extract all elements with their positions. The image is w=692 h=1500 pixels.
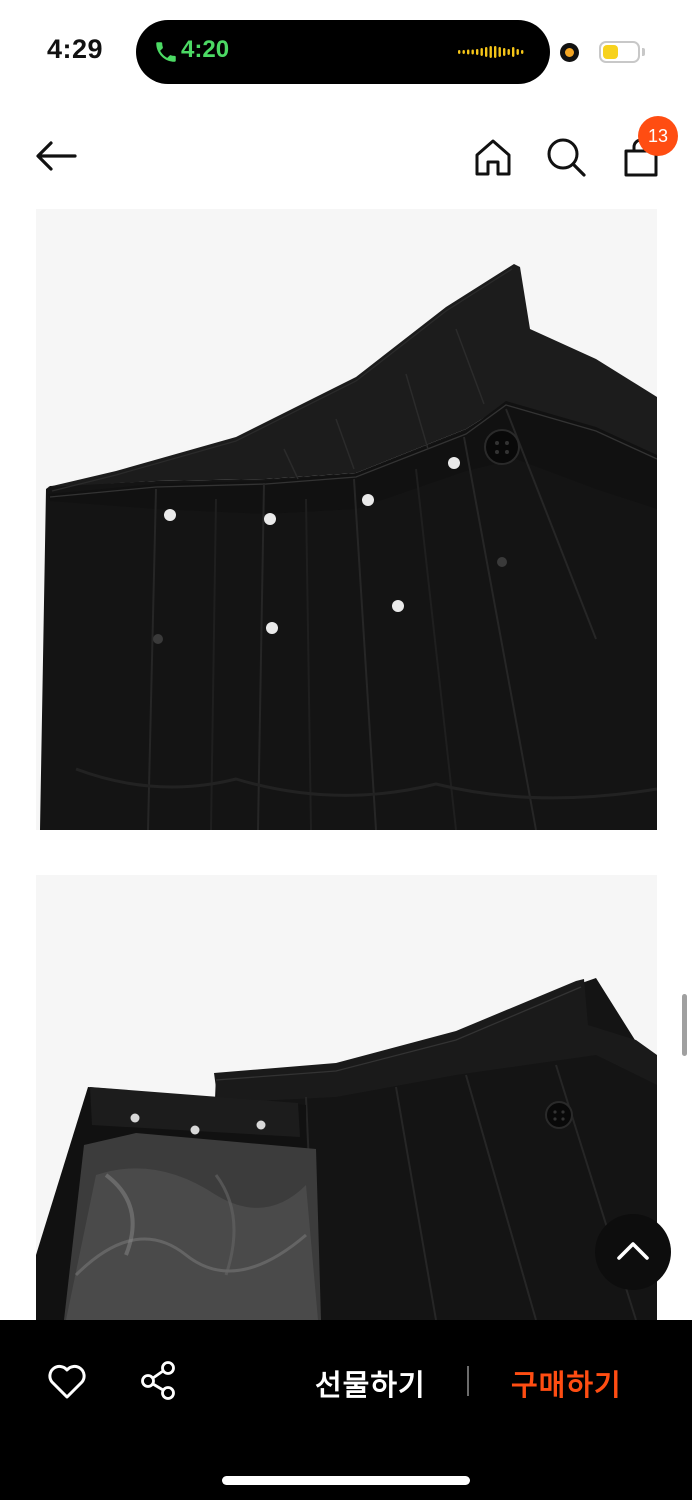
skirt-photo-1 <box>36 209 657 830</box>
buy-button[interactable]: 구매하기 <box>511 1362 622 1404</box>
home-indicator <box>222 1476 470 1485</box>
product-image-lining-detail[interactable] <box>36 875 657 1320</box>
skirt-photo-2 <box>36 875 657 1320</box>
bottom-action-bar: 선물하기 구매하기 <box>0 1320 692 1500</box>
search-icon <box>547 138 586 177</box>
battery-cap <box>642 48 645 56</box>
wishlist-button[interactable] <box>46 1362 88 1400</box>
chevron-up-icon <box>617 1242 649 1260</box>
divider <box>467 1366 469 1396</box>
battery-level <box>603 45 618 59</box>
gift-button[interactable]: 선물하기 <box>315 1362 426 1404</box>
recording-dot-icon <box>560 43 579 62</box>
share-button[interactable] <box>138 1360 178 1400</box>
back-button[interactable] <box>34 138 78 174</box>
back-arrow-icon <box>36 141 77 171</box>
phone-icon <box>156 42 176 62</box>
waveform-icon <box>458 46 524 58</box>
status-time: 4:29 <box>47 34 104 64</box>
search-button[interactable] <box>545 136 587 178</box>
home-icon <box>475 139 511 176</box>
header-nav <box>0 110 692 200</box>
cart-count-badge: 13 <box>638 116 678 156</box>
dynamic-island-call[interactable]: 4:20 <box>136 20 550 84</box>
share-icon <box>141 1361 175 1400</box>
call-duration: 4:20 <box>181 36 230 63</box>
scroll-indicator[interactable] <box>682 994 687 1056</box>
heart-icon <box>48 1364 86 1399</box>
product-image-waistband-detail[interactable] <box>36 209 657 830</box>
status-bar: 4:29 4:20 <box>0 0 692 100</box>
scroll-to-top-button[interactable] <box>595 1214 671 1290</box>
battery-icon <box>599 41 640 63</box>
home-button[interactable] <box>472 136 514 178</box>
